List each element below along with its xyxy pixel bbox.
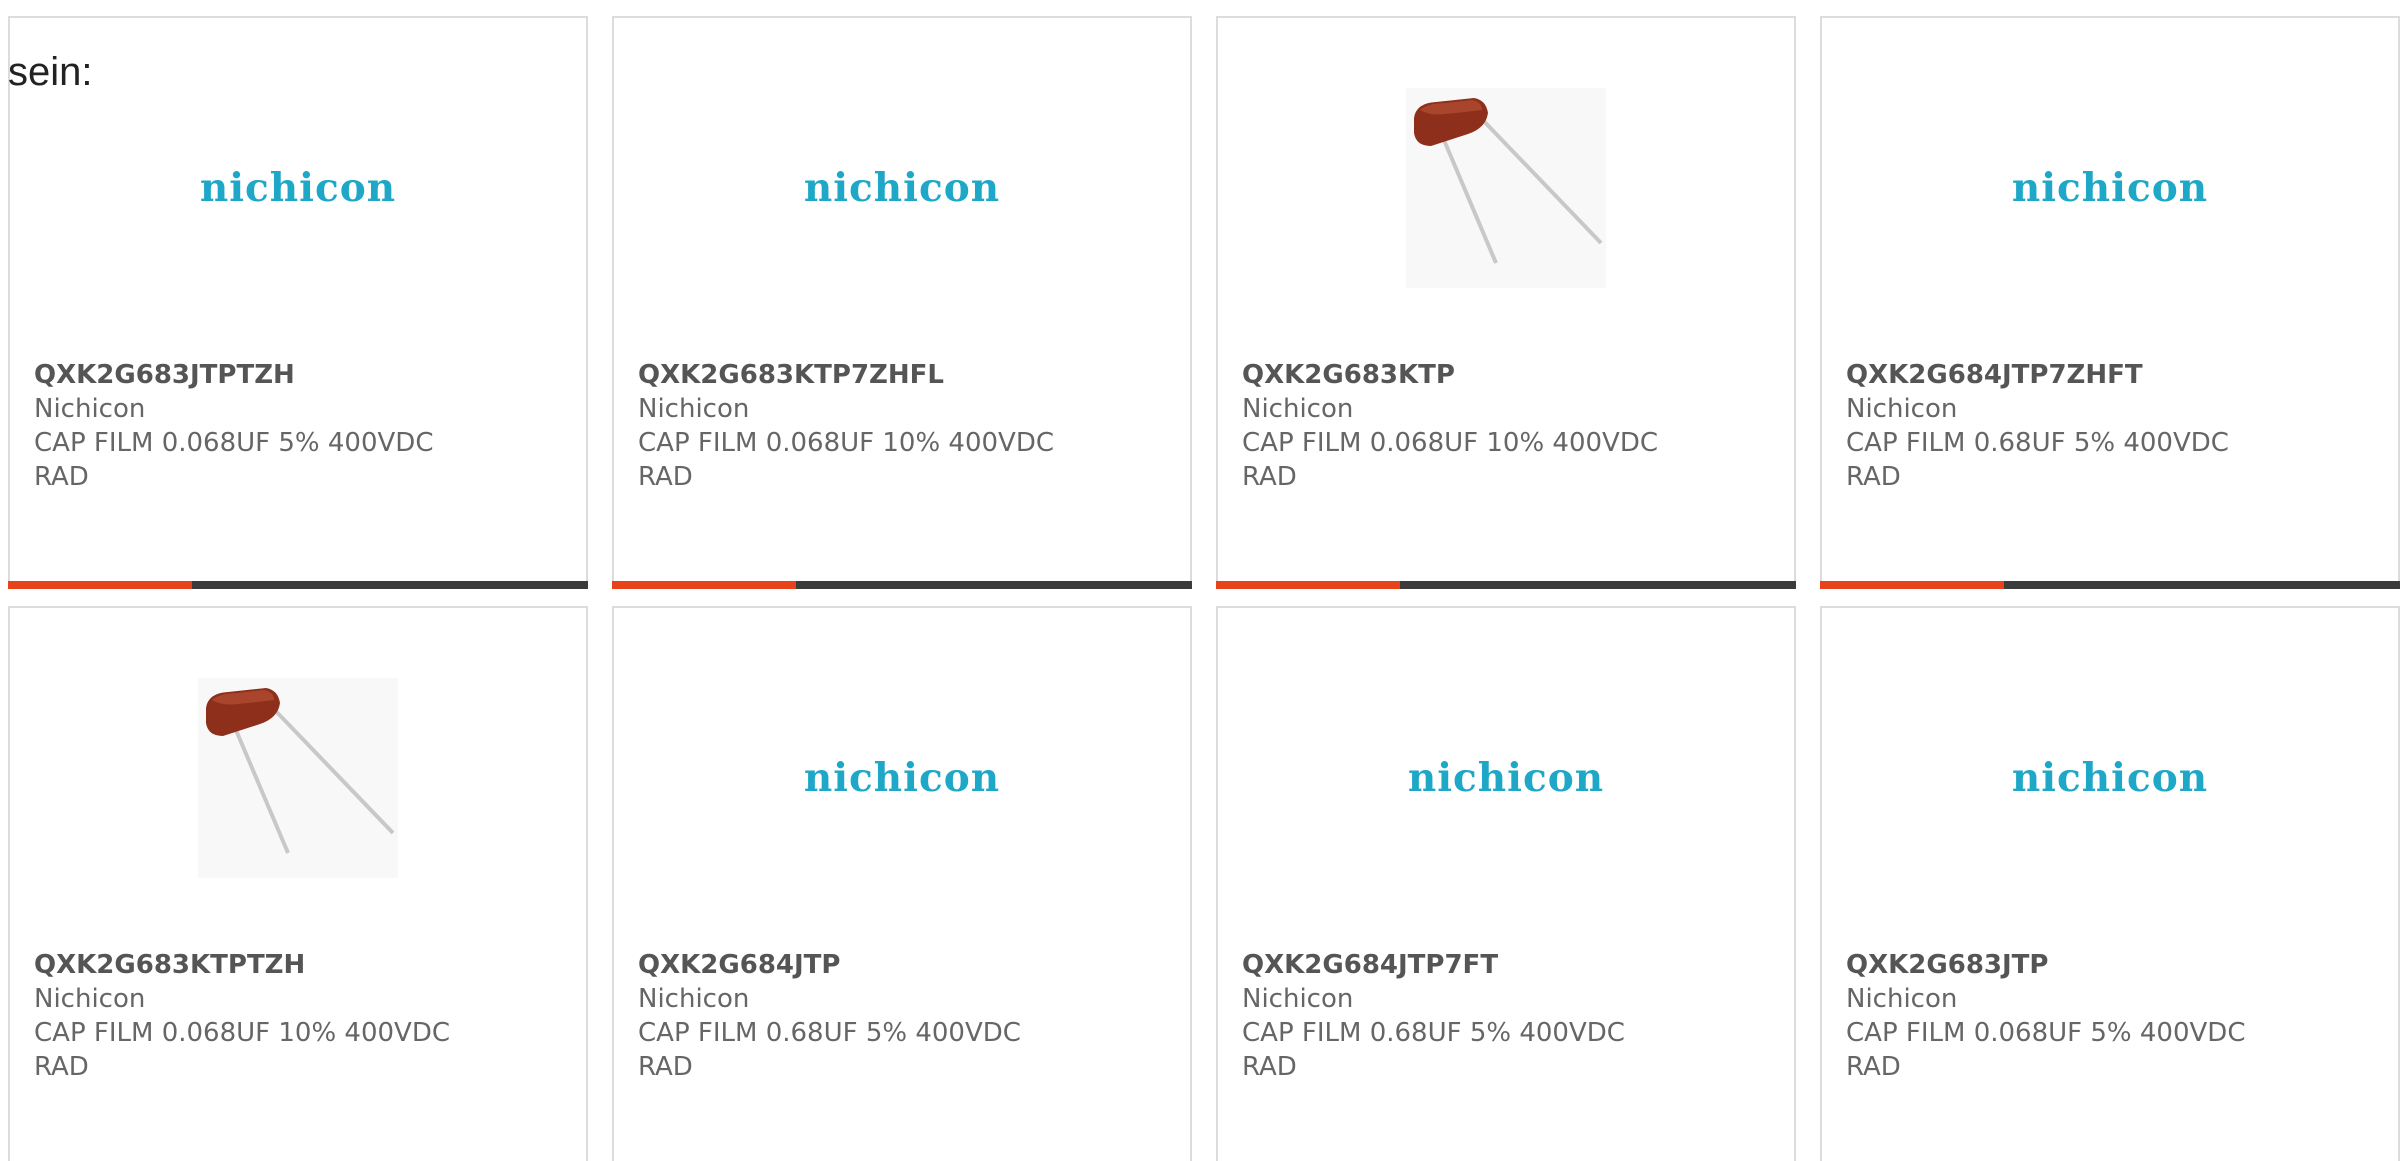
product-card[interactable]: nichicon QXK2G684JTP Nichicon CAP FILM 0… [612,606,1192,1161]
bar-accent [8,581,192,589]
description-line-2: RAD [638,1052,693,1082]
bar-rest [796,581,1192,589]
product-info: QXK2G683KTPTZH Nichicon CAP FILM 0.068UF… [34,948,566,1084]
product-card[interactable]: QXK2G683KTPTZH Nichicon CAP FILM 0.068UF… [8,606,588,1161]
part-number-link[interactable]: QXK2G683JTP [1846,948,2378,982]
description-line-2: RAD [34,1052,89,1082]
capacitor-photo-icon [1406,88,1606,288]
product-info: QXK2G684JTP7FT Nichicon CAP FILM 0.68UF … [1242,948,1774,1084]
bar-accent [1216,581,1400,589]
description-line-2: RAD [1242,1052,1297,1082]
product-card[interactable]: nichicon QXK2G683KTP7ZHFL Nichicon CAP F… [612,16,1192,589]
description: CAP FILM 0.68UF 5% 400VDC [638,1018,1021,1048]
description-line-2: RAD [1846,1052,1901,1082]
product-image[interactable]: nichicon [614,678,1190,878]
product-card[interactable]: QXK2G683KTP Nichicon CAP FILM 0.068UF 10… [1216,16,1796,589]
description: CAP FILM 0.068UF 5% 400VDC [1846,1018,2246,1048]
product-image[interactable]: nichicon [1218,678,1794,878]
manufacturer: Nichicon [638,394,750,424]
manufacturer: Nichicon [1846,394,1958,424]
product-image[interactable]: nichicon [1822,678,2398,878]
description: CAP FILM 0.068UF 10% 400VDC [1242,428,1659,458]
part-number-link[interactable]: QXK2G684JTP7FT [1242,948,1774,982]
description: CAP FILM 0.068UF 10% 400VDC [34,1018,451,1048]
bar-rest [1400,581,1796,589]
description: CAP FILM 0.68UF 5% 400VDC [1242,1018,1625,1048]
nichicon-logo: nichicon [803,755,1001,801]
product-info: QXK2G683JTP Nichicon CAP FILM 0.068UF 5%… [1846,948,2378,1084]
nichicon-logo: nichicon [803,165,1001,211]
product-card[interactable]: nichicon QXK2G684JTP7FT Nichicon CAP FIL… [1216,606,1796,1161]
product-info: QXK2G683KTP Nichicon CAP FILM 0.068UF 10… [1242,358,1774,494]
product-image[interactable]: nichicon [614,88,1190,288]
nichicon-logo: nichicon [199,165,397,211]
product-image[interactable] [1218,88,1794,288]
product-info: QXK2G684JTP Nichicon CAP FILM 0.68UF 5% … [638,948,1170,1084]
card-accent-bar [1820,581,2400,589]
product-image[interactable] [10,678,586,878]
bar-rest [2004,581,2400,589]
description: CAP FILM 0.068UF 10% 400VDC [638,428,1055,458]
manufacturer: Nichicon [34,984,146,1014]
part-number-link[interactable]: QXK2G684JTP [638,948,1170,982]
capacitor-photo-icon [198,678,398,878]
product-image[interactable]: nichicon [10,88,586,288]
part-number-link[interactable]: QXK2G684JTP7ZHFT [1846,358,2378,392]
part-number-link[interactable]: QXK2G683KTPTZH [34,948,566,982]
manufacturer: Nichicon [1242,394,1354,424]
product-card[interactable]: nichicon QXK2G684JTP7ZHFT Nichicon CAP F… [1820,16,2400,589]
part-number-link[interactable]: QXK2G683KTP7ZHFL [638,358,1170,392]
product-card[interactable]: nichicon QXK2G683JTPTZH Nichicon CAP FIL… [8,16,588,589]
intro-text: sein: [8,50,93,94]
product-grid: nichicon QXK2G683JTPTZH Nichicon CAP FIL… [8,16,2400,1161]
card-accent-bar [8,581,588,589]
product-card[interactable]: nichicon QXK2G683JTP Nichicon CAP FILM 0… [1820,606,2400,1161]
card-accent-bar [612,581,1192,589]
manufacturer: Nichicon [1242,984,1354,1014]
description: CAP FILM 0.68UF 5% 400VDC [1846,428,2229,458]
card-accent-bar [1216,581,1796,589]
product-info: QXK2G683KTP7ZHFL Nichicon CAP FILM 0.068… [638,358,1170,494]
bar-accent [1820,581,2004,589]
description-line-2: RAD [1846,462,1901,492]
manufacturer: Nichicon [34,394,146,424]
page: nichicon QXK2G683JTPTZH Nichicon CAP FIL… [0,0,2400,1161]
nichicon-logo: nichicon [2011,165,2209,211]
part-number-link[interactable]: QXK2G683KTP [1242,358,1774,392]
product-info: QXK2G684JTP7ZHFT Nichicon CAP FILM 0.68U… [1846,358,2378,494]
description-line-2: RAD [34,462,89,492]
nichicon-logo: nichicon [2011,755,2209,801]
part-number-link[interactable]: QXK2G683JTPTZH [34,358,566,392]
product-image[interactable]: nichicon [1822,88,2398,288]
description-line-2: RAD [1242,462,1297,492]
description: CAP FILM 0.068UF 5% 400VDC [34,428,434,458]
manufacturer: Nichicon [638,984,750,1014]
bar-rest [192,581,588,589]
manufacturer: Nichicon [1846,984,1958,1014]
description-line-2: RAD [638,462,693,492]
product-info: QXK2G683JTPTZH Nichicon CAP FILM 0.068UF… [34,358,566,494]
nichicon-logo: nichicon [1407,755,1605,801]
bar-accent [612,581,796,589]
